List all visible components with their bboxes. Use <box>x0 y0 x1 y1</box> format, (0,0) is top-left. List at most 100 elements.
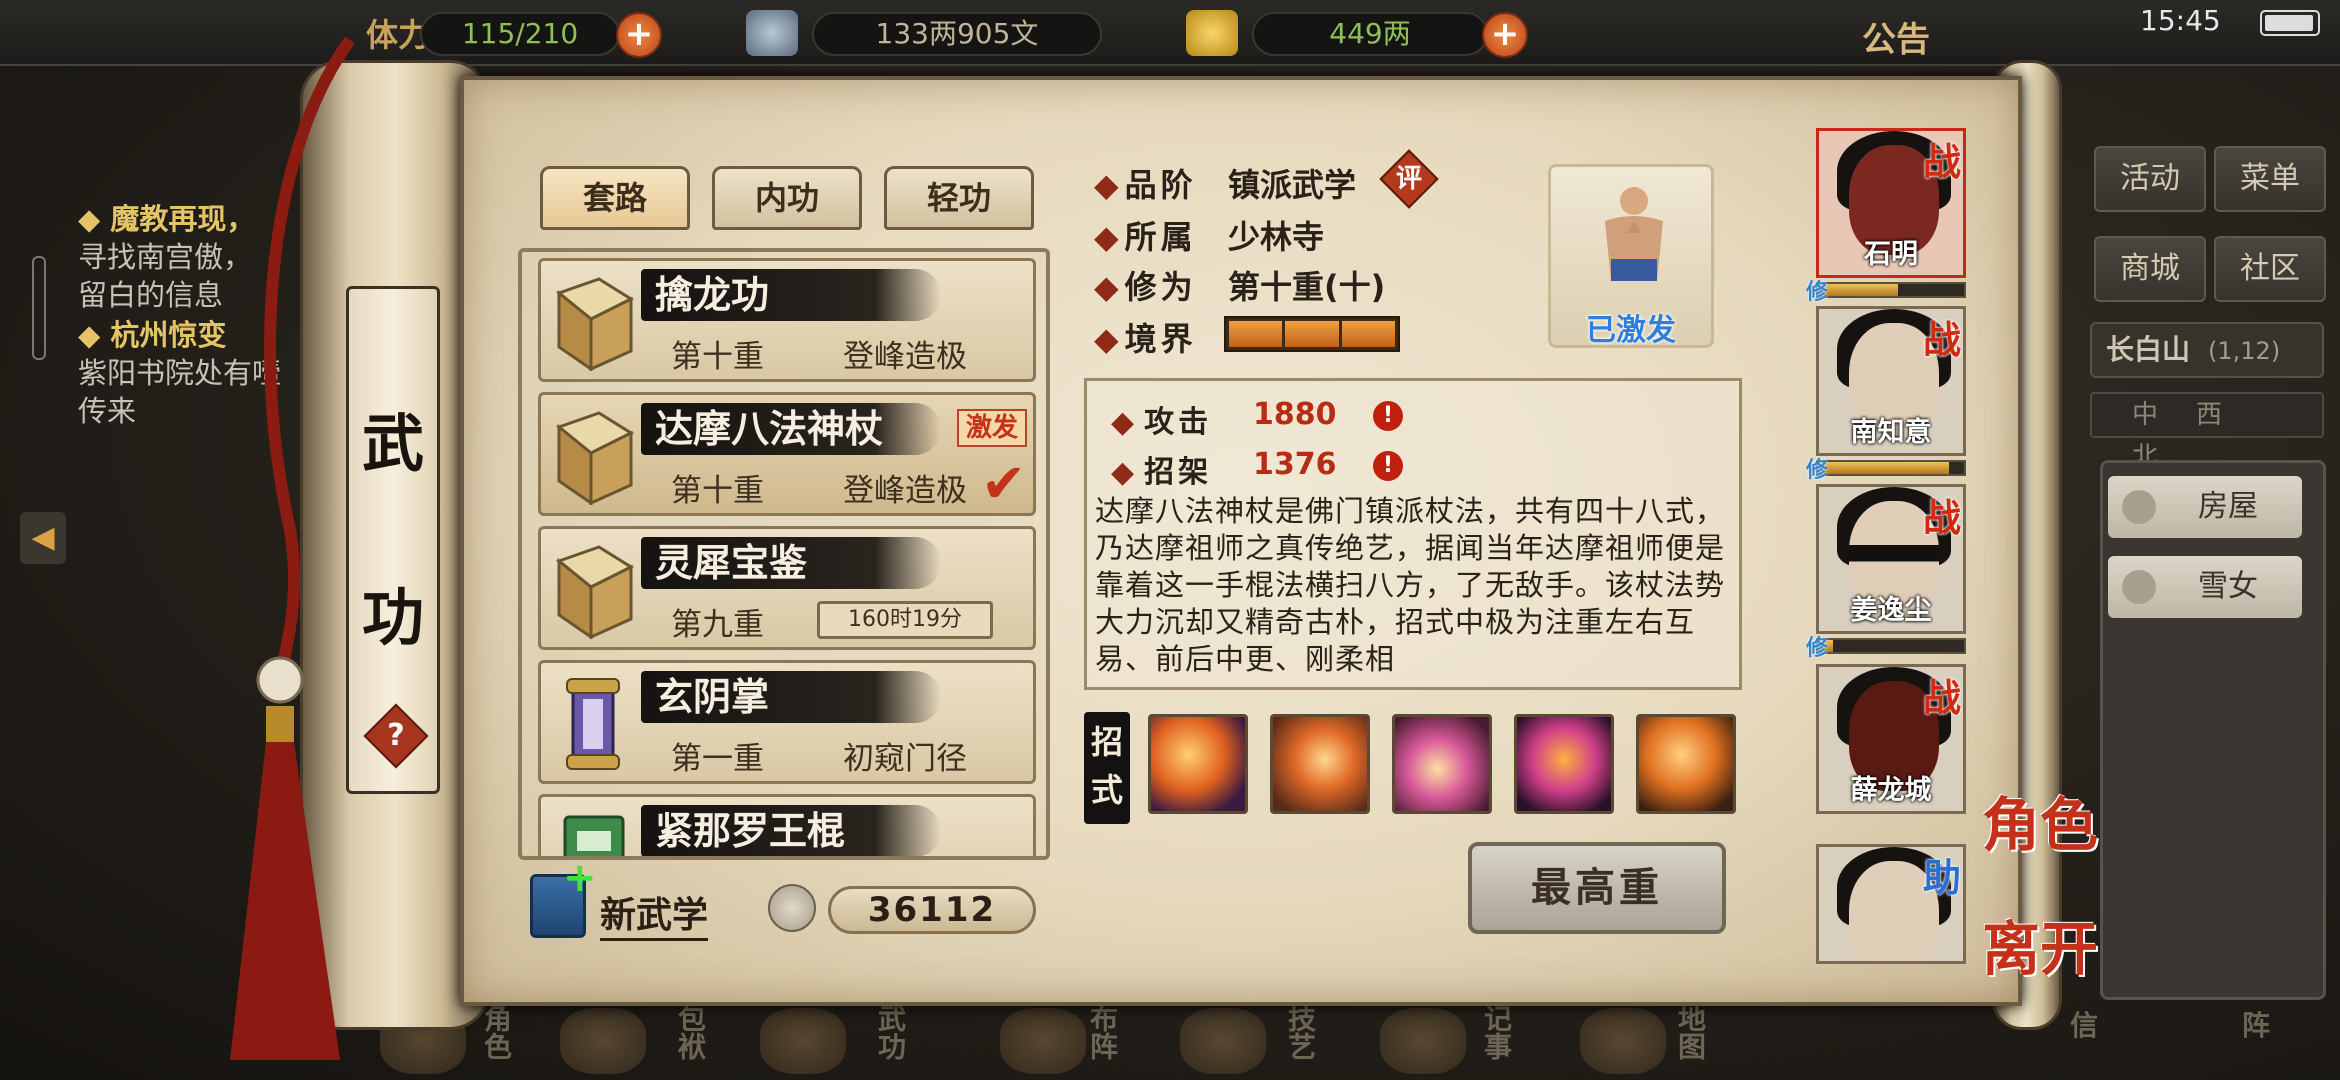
skill-portrait: 已激发 <box>1548 164 1714 348</box>
training-timer: 160时19分 <box>817 601 993 639</box>
gold-ingot-icon <box>1186 10 1238 56</box>
nav-formation[interactable]: 布阵 <box>1082 1004 1122 1076</box>
character-slot[interactable]: 战 薛龙城 <box>1816 664 1966 814</box>
gold-value: 449两 <box>1252 12 1488 56</box>
journal-nav-icon[interactable] <box>1380 1008 1466 1074</box>
move-icon[interactable] <box>1148 714 1248 814</box>
panel-title-char: 武 <box>361 407 424 480</box>
xiu-label: 修 <box>1806 636 1829 661</box>
notice-button[interactable]: 公告 <box>1862 12 1930 61</box>
character-xp-bar <box>1816 282 1966 298</box>
character-slot[interactable]: 战 石明 <box>1816 128 1966 278</box>
nav-map[interactable]: 地图 <box>1670 1004 1710 1076</box>
location-item-house[interactable]: 房屋 <box>2108 476 2302 538</box>
character-xp-bar <box>1816 460 1966 476</box>
max-level-button[interactable]: 最高重 <box>1468 842 1726 934</box>
nav-skill[interactable]: 技艺 <box>1280 1004 1320 1076</box>
skill-item[interactable]: 灵犀宝鉴 第九重 160时19分 <box>538 526 1036 650</box>
nav-bag[interactable]: 包袱 <box>670 1004 710 1076</box>
nav-martial[interactable]: 武功 <box>870 1004 910 1076</box>
skill-item-selected[interactable]: 达摩八法神杖 激发 第十重 登峰造极 ✔ <box>538 392 1036 516</box>
quest-title[interactable]: 杭州惊变 <box>78 316 318 354</box>
character-name: 姜逸尘 <box>1850 595 1932 626</box>
skill-description[interactable]: 达摩八法神杖是佛门镇派杖法，共有四十八式，乃达摩祖师之真传绝艺，据闻当年达摩祖师… <box>1095 493 1735 685</box>
activity-button[interactable]: 活动 <box>2094 146 2206 212</box>
stat-value: 1376 <box>1253 447 1337 482</box>
quest-scrollbar[interactable] <box>32 256 46 360</box>
battle-tag: 战 <box>1922 496 1961 540</box>
skill-points-value: 36112 <box>828 886 1036 934</box>
skill-item[interactable]: 擒龙功 第十重 登峰造极 <box>538 258 1036 382</box>
nav-array[interactable]: 阵 <box>2242 1004 2270 1076</box>
silver-value: 133两905文 <box>812 12 1102 56</box>
character-slot[interactable]: 战 南知意 <box>1816 306 1966 456</box>
collapse-left-arrow-icon[interactable]: ◀ <box>20 512 66 564</box>
menu-button[interactable]: 菜单 <box>2214 146 2326 212</box>
character-slot[interactable]: 助 <box>1816 844 1966 964</box>
martial-nav-icon[interactable] <box>760 1008 846 1074</box>
top-resource-bar: 体力 115/210 + 133两905文 449两 + 公告 15:45 <box>0 0 2340 66</box>
monk-figure-icon <box>1605 187 1663 281</box>
community-button[interactable]: 社区 <box>2214 236 2326 302</box>
tab-lightness[interactable]: 轻功 <box>884 166 1034 230</box>
assist-tag: 助 <box>1922 856 1961 900</box>
stat-label: 攻击 <box>1111 405 1212 440</box>
warning-icon[interactable]: ! <box>1373 401 1403 431</box>
leave-side-button[interactable]: 离开 <box>1982 902 2098 986</box>
checkmark-icon: ✔ <box>981 452 1027 515</box>
minimap-compass[interactable]: 中西北 <box>2090 392 2324 472</box>
move-icon[interactable] <box>1514 714 1614 814</box>
character-slot[interactable]: 战 姜逸尘 <box>1816 484 1966 634</box>
skill-item[interactable]: 紧那罗王棍 <box>538 794 1036 856</box>
skill-level: 第九重 <box>671 607 764 643</box>
character-name: 石明 <box>1864 239 1918 270</box>
tab-inner[interactable]: 内功 <box>712 166 862 230</box>
realm-progress-bar <box>1224 316 1400 352</box>
battery-icon <box>2260 10 2320 36</box>
quest-title[interactable]: 魔教再现， <box>78 200 318 238</box>
skill-nav-icon[interactable] <box>1180 1008 1266 1074</box>
formation-nav-icon[interactable] <box>1000 1008 1086 1074</box>
move-icon[interactable] <box>1270 714 1370 814</box>
map-nav-icon[interactable] <box>1580 1008 1666 1074</box>
bag-nav-icon[interactable] <box>560 1008 646 1074</box>
role-side-button[interactable]: 角色 <box>1982 778 2098 862</box>
move-icon[interactable] <box>1636 714 1736 814</box>
warning-icon[interactable]: ! <box>1373 451 1403 481</box>
book-icon <box>555 277 635 371</box>
skill-name: 擒龙功 <box>641 269 941 321</box>
skill-name: 玄阴掌 <box>641 671 941 723</box>
battle-tag: 战 <box>1922 676 1961 720</box>
panel-title-banner: 武 功 ? <box>346 286 440 794</box>
tab-routines[interactable]: 套路 <box>540 166 690 230</box>
skill-list[interactable]: 擒龙功 第十重 登峰造极 达摩八法神杖 激发 第十重 登峰造极 ✔ 灵犀宝鉴 第… <box>518 248 1050 860</box>
activated-status: 已激发 <box>1586 313 1676 348</box>
book-icon <box>555 411 635 505</box>
shop-button[interactable]: 商城 <box>2094 236 2206 302</box>
nav-journal[interactable]: 记事 <box>1476 1004 1516 1076</box>
character-name: 南知意 <box>1850 417 1932 448</box>
attr-label: 境界 <box>1094 320 1197 358</box>
nav-letter[interactable]: 信 <box>2070 1004 2098 1076</box>
quest-desc: 紫阳书院处有噎 传来 <box>78 356 282 428</box>
move-icon[interactable] <box>1392 714 1492 814</box>
add-gold-button[interactable]: + <box>1482 12 1528 58</box>
region-name: 长白山 <box>2106 333 2191 366</box>
location-list-panel <box>2100 460 2326 1000</box>
npc-icon <box>2122 570 2156 604</box>
skill-item[interactable]: 玄阴掌 第一重 初窥门径 <box>538 660 1036 784</box>
green-book-icon <box>563 815 625 856</box>
location-item-npc[interactable]: 雪女 <box>2108 556 2302 618</box>
quest-list[interactable]: 魔教再现， 寻找南宫傲， 留白的信息 杭州惊变 紫阳书院处有噎 传来 <box>78 198 318 430</box>
skill-rank: 登峰造极 <box>843 473 967 509</box>
battle-tag: 战 <box>1922 318 1961 362</box>
new-skill-button[interactable]: 新武学 <box>600 886 709 941</box>
new-skill-book-icon[interactable] <box>530 855 597 938</box>
add-stamina-button[interactable]: + <box>616 12 662 58</box>
location-item-label: 房屋 <box>2198 489 2258 524</box>
nav-role[interactable]: 角色 <box>476 1004 516 1076</box>
attr-label: 修为 <box>1094 268 1197 306</box>
book-icon <box>555 545 635 639</box>
stat-value: 1880 <box>1253 397 1337 432</box>
help-button[interactable]: ? <box>363 703 429 769</box>
